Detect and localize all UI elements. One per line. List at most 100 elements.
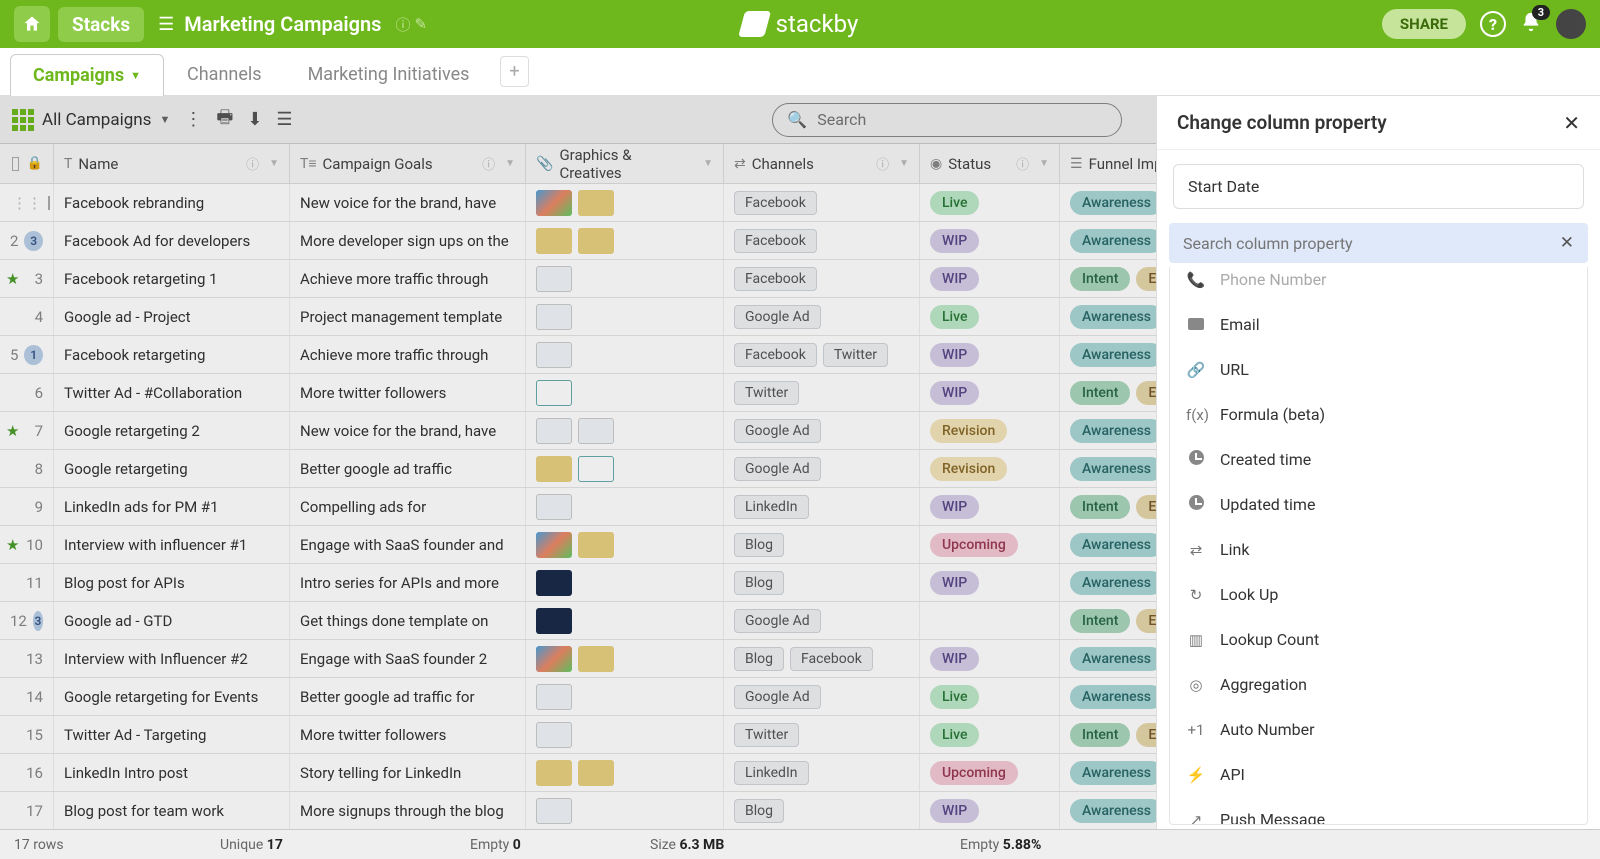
- help-button[interactable]: ?: [1480, 11, 1506, 37]
- cell-name[interactable]: LinkedIn Intro post: [54, 754, 290, 791]
- column-name-field[interactable]: Start Date: [1173, 164, 1584, 209]
- share-button[interactable]: SHARE: [1382, 9, 1466, 39]
- cell-name[interactable]: Google retargeting: [54, 450, 290, 487]
- cell-channels[interactable]: Google Ad: [724, 450, 920, 487]
- cell-status[interactable]: WIP: [920, 260, 1060, 297]
- header-name[interactable]: TNameⓘ▼: [54, 144, 290, 183]
- more-menu-icon[interactable]: ⋮: [184, 109, 202, 130]
- cell-goals[interactable]: More twitter followers: [290, 374, 526, 411]
- cell-graphics[interactable]: [526, 450, 724, 487]
- cell-name[interactable]: Google ad - GTD: [54, 602, 290, 639]
- cell-status[interactable]: WIP: [920, 792, 1060, 829]
- cell-name[interactable]: Google retargeting 2: [54, 412, 290, 449]
- cell-name[interactable]: Facebook rebranding: [54, 184, 290, 221]
- tab-marketing-initiatives[interactable]: Marketing Initiatives: [285, 53, 493, 95]
- header-graphics[interactable]: 📎Graphics & Creatives▼: [526, 144, 724, 183]
- cell-goals[interactable]: New voice for the brand, have: [290, 412, 526, 449]
- cell-status[interactable]: Revision: [920, 450, 1060, 487]
- cell-graphics[interactable]: [526, 260, 724, 297]
- cell-goals[interactable]: New voice for the brand, have: [290, 184, 526, 221]
- header-channels[interactable]: ⇄Channelsⓘ▼: [724, 144, 920, 183]
- cell-goals[interactable]: Better google ad traffic: [290, 450, 526, 487]
- cell-channels[interactable]: Facebook: [724, 222, 920, 259]
- property-option[interactable]: ⚡API: [1170, 752, 1587, 797]
- property-search-input[interactable]: [1183, 234, 1560, 253]
- print-icon[interactable]: 🖶: [216, 105, 233, 135]
- cell-graphics[interactable]: [526, 336, 724, 373]
- edit-title-icon[interactable]: ✎: [414, 15, 427, 33]
- cell-name[interactable]: LinkedIn ads for PM #1: [54, 488, 290, 525]
- cell-status[interactable]: Upcoming: [920, 754, 1060, 791]
- cell-status[interactable]: WIP: [920, 488, 1060, 525]
- cell-status[interactable]: WIP: [920, 336, 1060, 373]
- cell-channels[interactable]: Google Ad: [724, 412, 920, 449]
- close-icon[interactable]: ✕: [1563, 111, 1580, 135]
- cell-goals[interactable]: Intro series for APIs and more: [290, 564, 526, 601]
- cell-channels[interactable]: Google Ad: [724, 298, 920, 335]
- cell-status[interactable]: WIP: [920, 564, 1060, 601]
- header-select[interactable]: 🔒: [0, 144, 54, 183]
- cell-status[interactable]: Live: [920, 298, 1060, 335]
- search-input[interactable]: [817, 110, 1107, 129]
- cell-channels[interactable]: BlogFacebook: [724, 640, 920, 677]
- property-option[interactable]: 🔗URL: [1170, 347, 1587, 392]
- property-option[interactable]: ↗Push Message: [1170, 797, 1587, 825]
- cell-graphics[interactable]: [526, 716, 724, 753]
- cell-channels[interactable]: Twitter: [724, 374, 920, 411]
- cell-graphics[interactable]: [526, 526, 724, 563]
- cell-graphics[interactable]: [526, 298, 724, 335]
- cell-goals[interactable]: More developer sign ups on the: [290, 222, 526, 259]
- cell-status[interactable]: WIP: [920, 640, 1060, 677]
- cell-status[interactable]: [920, 602, 1060, 639]
- cell-goals[interactable]: Achieve more traffic through: [290, 260, 526, 297]
- property-search[interactable]: ✕: [1169, 223, 1588, 263]
- cell-graphics[interactable]: [526, 640, 724, 677]
- cell-graphics[interactable]: [526, 602, 724, 639]
- cell-channels[interactable]: Facebook: [724, 184, 920, 221]
- stacks-button[interactable]: Stacks: [58, 7, 144, 42]
- cell-status[interactable]: Revision: [920, 412, 1060, 449]
- cell-name[interactable]: Facebook retargeting 1: [54, 260, 290, 297]
- cell-channels[interactable]: Twitter: [724, 716, 920, 753]
- cell-channels[interactable]: FacebookTwitter: [724, 336, 920, 373]
- cell-status[interactable]: Live: [920, 716, 1060, 753]
- property-option[interactable]: ▥Lookup Count: [1170, 617, 1587, 662]
- cell-name[interactable]: Interview with Influencer #2: [54, 640, 290, 677]
- cell-name[interactable]: Blog post for team work: [54, 792, 290, 829]
- cell-graphics[interactable]: [526, 222, 724, 259]
- home-button[interactable]: [14, 6, 50, 42]
- cell-channels[interactable]: Blog: [724, 564, 920, 601]
- cell-goals[interactable]: Engage with SaaS founder and: [290, 526, 526, 563]
- search-box[interactable]: 🔍: [772, 103, 1122, 137]
- cell-goals[interactable]: Get things done template on: [290, 602, 526, 639]
- cell-channels[interactable]: Google Ad: [724, 678, 920, 715]
- property-option[interactable]: ⇄Link: [1170, 527, 1587, 572]
- cell-graphics[interactable]: [526, 564, 724, 601]
- cell-channels[interactable]: Blog: [724, 526, 920, 563]
- property-option[interactable]: 📞Phone Number: [1170, 267, 1587, 302]
- property-option[interactable]: ◎Aggregation: [1170, 662, 1587, 707]
- cell-graphics[interactable]: [526, 678, 724, 715]
- cell-status[interactable]: Upcoming: [920, 526, 1060, 563]
- property-list[interactable]: 📞Phone NumberEmail🔗URLf(x)Formula (beta)…: [1169, 267, 1588, 825]
- cell-name[interactable]: Google ad - Project: [54, 298, 290, 335]
- property-option[interactable]: f(x)Formula (beta): [1170, 392, 1587, 437]
- cell-goals[interactable]: Achieve more traffic through: [290, 336, 526, 373]
- header-goals[interactable]: T≡Campaign Goalsⓘ▼: [290, 144, 526, 183]
- cell-graphics[interactable]: [526, 184, 724, 221]
- cell-goals[interactable]: Better google ad traffic for: [290, 678, 526, 715]
- cell-channels[interactable]: Blog: [724, 792, 920, 829]
- cell-goals[interactable]: Story telling for LinkedIn: [290, 754, 526, 791]
- cell-name[interactable]: Interview with influencer #1: [54, 526, 290, 563]
- view-selector[interactable]: All Campaigns ▼: [12, 109, 170, 131]
- property-option[interactable]: Email: [1170, 302, 1587, 347]
- cell-status[interactable]: WIP: [920, 374, 1060, 411]
- cell-graphics[interactable]: [526, 412, 724, 449]
- cell-goals[interactable]: More twitter followers: [290, 716, 526, 753]
- cell-name[interactable]: Blog post for APIs: [54, 564, 290, 601]
- property-option[interactable]: Updated time: [1170, 482, 1587, 527]
- cell-channels[interactable]: LinkedIn: [724, 488, 920, 525]
- cell-status[interactable]: Live: [920, 184, 1060, 221]
- cell-graphics[interactable]: [526, 754, 724, 791]
- cell-goals[interactable]: Compelling ads for: [290, 488, 526, 525]
